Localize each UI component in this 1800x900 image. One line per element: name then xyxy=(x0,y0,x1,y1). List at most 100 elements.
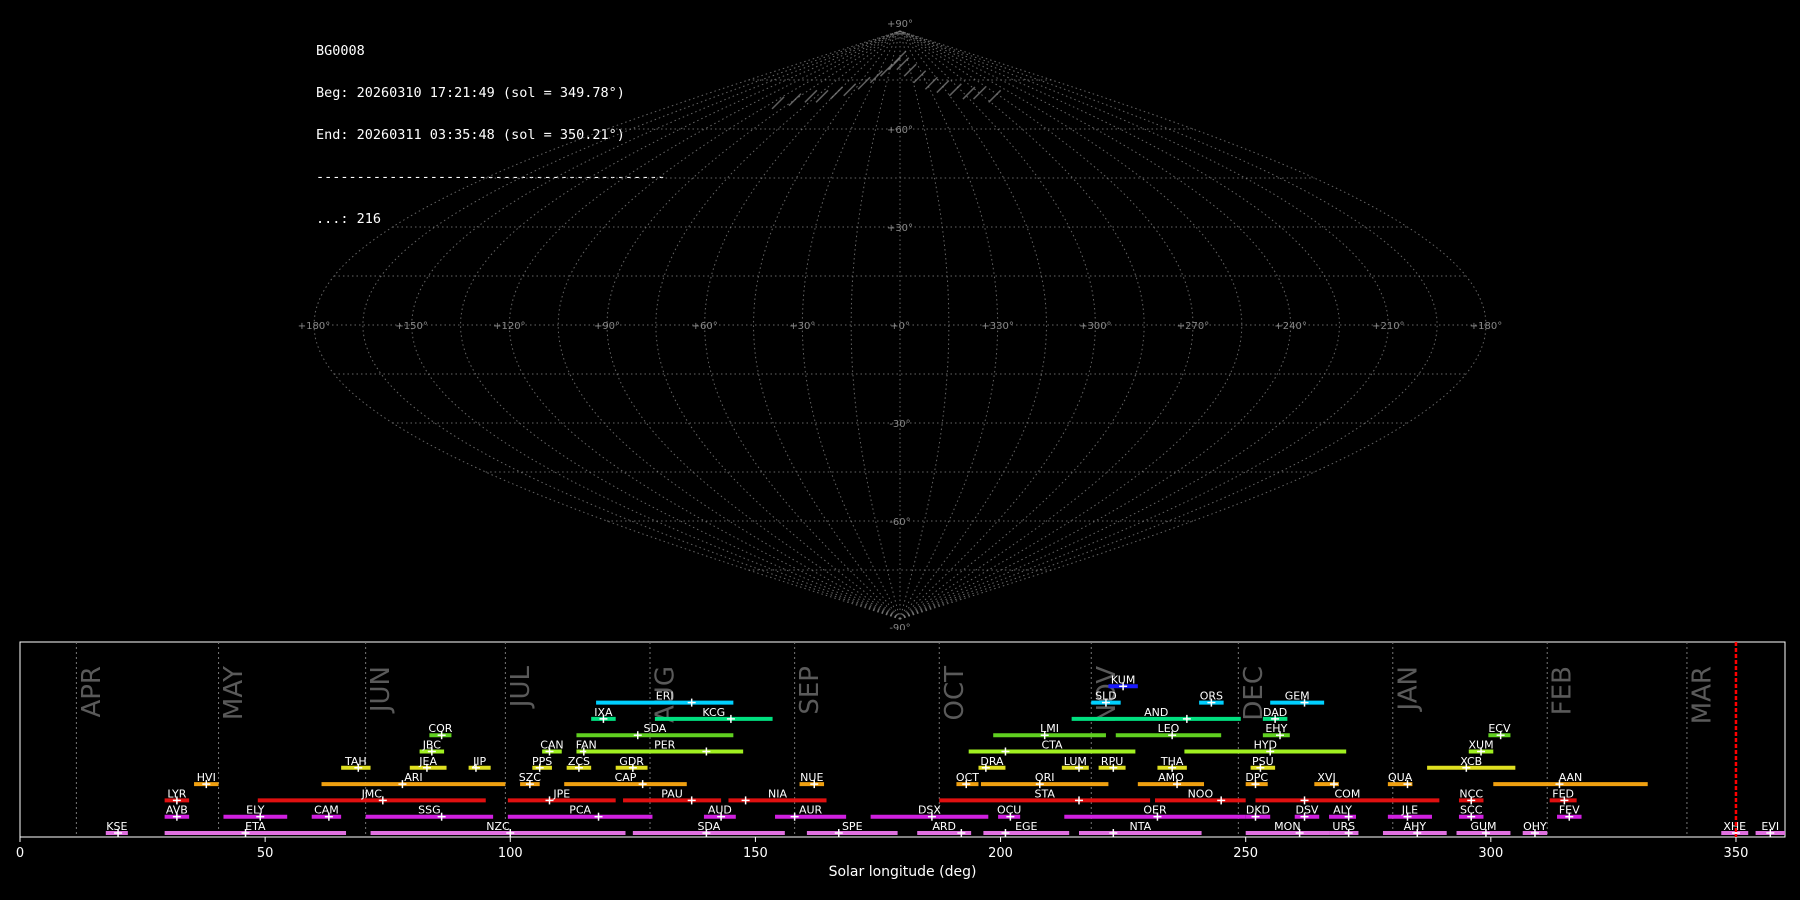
shower-label: TAH xyxy=(344,755,367,768)
shower-label: AND xyxy=(1144,706,1168,719)
lon-tick-label: +90° xyxy=(594,321,620,332)
shower-label: OER xyxy=(1143,804,1167,817)
shower-label: HYD xyxy=(1254,739,1277,752)
shower-label: SSG xyxy=(418,804,441,817)
shower-label: SDA xyxy=(697,820,720,833)
shower-label: HVI xyxy=(197,771,216,784)
x-tick-label: 300 xyxy=(1478,846,1503,861)
shower-label: ORI xyxy=(1035,771,1055,784)
lat-tick-label: -90° xyxy=(889,623,910,630)
shower-label: ECV xyxy=(1488,722,1511,735)
shower-label: LYR xyxy=(167,787,186,800)
shower-label: OCT xyxy=(956,771,979,784)
x-tick-label: 350 xyxy=(1724,846,1749,861)
shower-label: EGE xyxy=(1015,820,1037,833)
sky-point xyxy=(771,96,785,110)
shower-label: RPU xyxy=(1101,755,1123,768)
lon-tick-label: +30° xyxy=(789,321,815,332)
shower-label: GDR xyxy=(619,755,644,768)
month-label: MAR xyxy=(1687,666,1717,724)
x-tick-label: 200 xyxy=(988,846,1013,861)
shower-label: KCG xyxy=(702,706,725,719)
shower-label: NUE xyxy=(800,771,823,784)
shower-label: COM xyxy=(1335,787,1361,800)
lat-tick-label: -60° xyxy=(889,517,910,528)
shower-label: CAM xyxy=(314,804,339,817)
sky-point xyxy=(869,70,883,84)
month-label: SEP xyxy=(795,666,825,715)
shower-label: COR xyxy=(428,722,452,735)
month-label: FEB xyxy=(1548,666,1578,715)
shower-label: AMO xyxy=(1158,771,1184,784)
sky-point xyxy=(829,86,843,100)
shower-label: ELY xyxy=(246,804,265,817)
shower-label: PSU xyxy=(1252,755,1274,768)
lon-tick-label: +120° xyxy=(493,321,525,332)
sky-point xyxy=(879,63,893,77)
sky-point xyxy=(843,83,857,97)
shower-label: GEM xyxy=(1285,690,1310,703)
shower-label: KSE xyxy=(106,820,127,833)
shower-label: KUM xyxy=(1111,673,1135,686)
shower-label: URS xyxy=(1332,820,1355,833)
sky-point xyxy=(962,86,976,100)
shower-label: PAU xyxy=(661,787,683,800)
sky-point xyxy=(972,86,987,100)
shower-label: OCU xyxy=(997,804,1021,817)
shower-label: SCC xyxy=(1460,804,1483,817)
shower-label: AVB xyxy=(166,804,188,817)
shower-label: AHY xyxy=(1404,820,1427,833)
lat-tick-label: +30° xyxy=(887,223,913,234)
shower-label: DAD xyxy=(1263,706,1287,719)
x-tick-label: 0 xyxy=(16,846,24,861)
x-tick-label: 50 xyxy=(257,846,274,861)
month-label: OCT xyxy=(940,666,970,721)
shower-label: AUD xyxy=(708,804,732,817)
sky-point xyxy=(988,89,1002,103)
lat-tick-label: +90° xyxy=(887,19,913,30)
lon-tick-label: +180° xyxy=(1470,321,1502,332)
shower-label: LUM xyxy=(1064,755,1087,768)
lon-tick-label: +150° xyxy=(395,321,427,332)
shower-label: ARD xyxy=(932,820,956,833)
shower-label: LMI xyxy=(1040,722,1059,735)
shower-label: SLD xyxy=(1095,690,1117,703)
shower-label: SDA xyxy=(644,722,667,735)
shower-label: PCA xyxy=(569,804,591,817)
shower-label: DSX xyxy=(918,804,941,817)
shower-label: ALY xyxy=(1333,804,1352,817)
shower-label: SZC xyxy=(519,771,542,784)
shower-label: QUA xyxy=(1388,771,1413,784)
shower-label: XVI xyxy=(1317,771,1335,784)
shower-label: THA xyxy=(1160,755,1184,768)
shower-label: NCC xyxy=(1459,787,1483,800)
x-tick-label: 100 xyxy=(498,846,523,861)
shower-label: ARI xyxy=(404,771,422,784)
lon-tick-label: +0° xyxy=(890,321,910,332)
x-tick-label: 150 xyxy=(743,846,768,861)
shower-label: CAP xyxy=(615,771,637,784)
shower-label: SPE xyxy=(842,820,863,833)
lon-tick-label: +240° xyxy=(1274,321,1306,332)
sky-point xyxy=(913,70,927,84)
shower-label: MON xyxy=(1274,820,1300,833)
month-label: APR xyxy=(77,666,107,718)
shower-timeline: APR MAY JUN JUL AUG SEP OCT NOV DEC JAN FEB MARKUME… xyxy=(16,641,1786,880)
shower-label: DSV xyxy=(1295,804,1318,817)
shower-label: ZCS xyxy=(568,755,590,768)
month-label: JUL xyxy=(506,665,536,709)
shower-label: GUM xyxy=(1470,820,1496,833)
sky-point xyxy=(903,63,917,77)
shower-label: NOO xyxy=(1188,787,1214,800)
shower-label: CTA xyxy=(1041,739,1063,752)
shower-label: IXA xyxy=(594,706,613,719)
shower-label: JMC xyxy=(361,787,383,800)
month-label: JAN xyxy=(1393,666,1423,712)
lat-tick-label: +60° xyxy=(887,125,913,136)
shower-label: ORS xyxy=(1200,690,1223,703)
lon-tick-label: +300° xyxy=(1079,321,1111,332)
shower-label: JLE xyxy=(1401,804,1418,817)
month-label: MAY xyxy=(219,666,249,720)
shower-label: NTA xyxy=(1129,820,1151,833)
shower-label: AUR xyxy=(799,804,823,817)
